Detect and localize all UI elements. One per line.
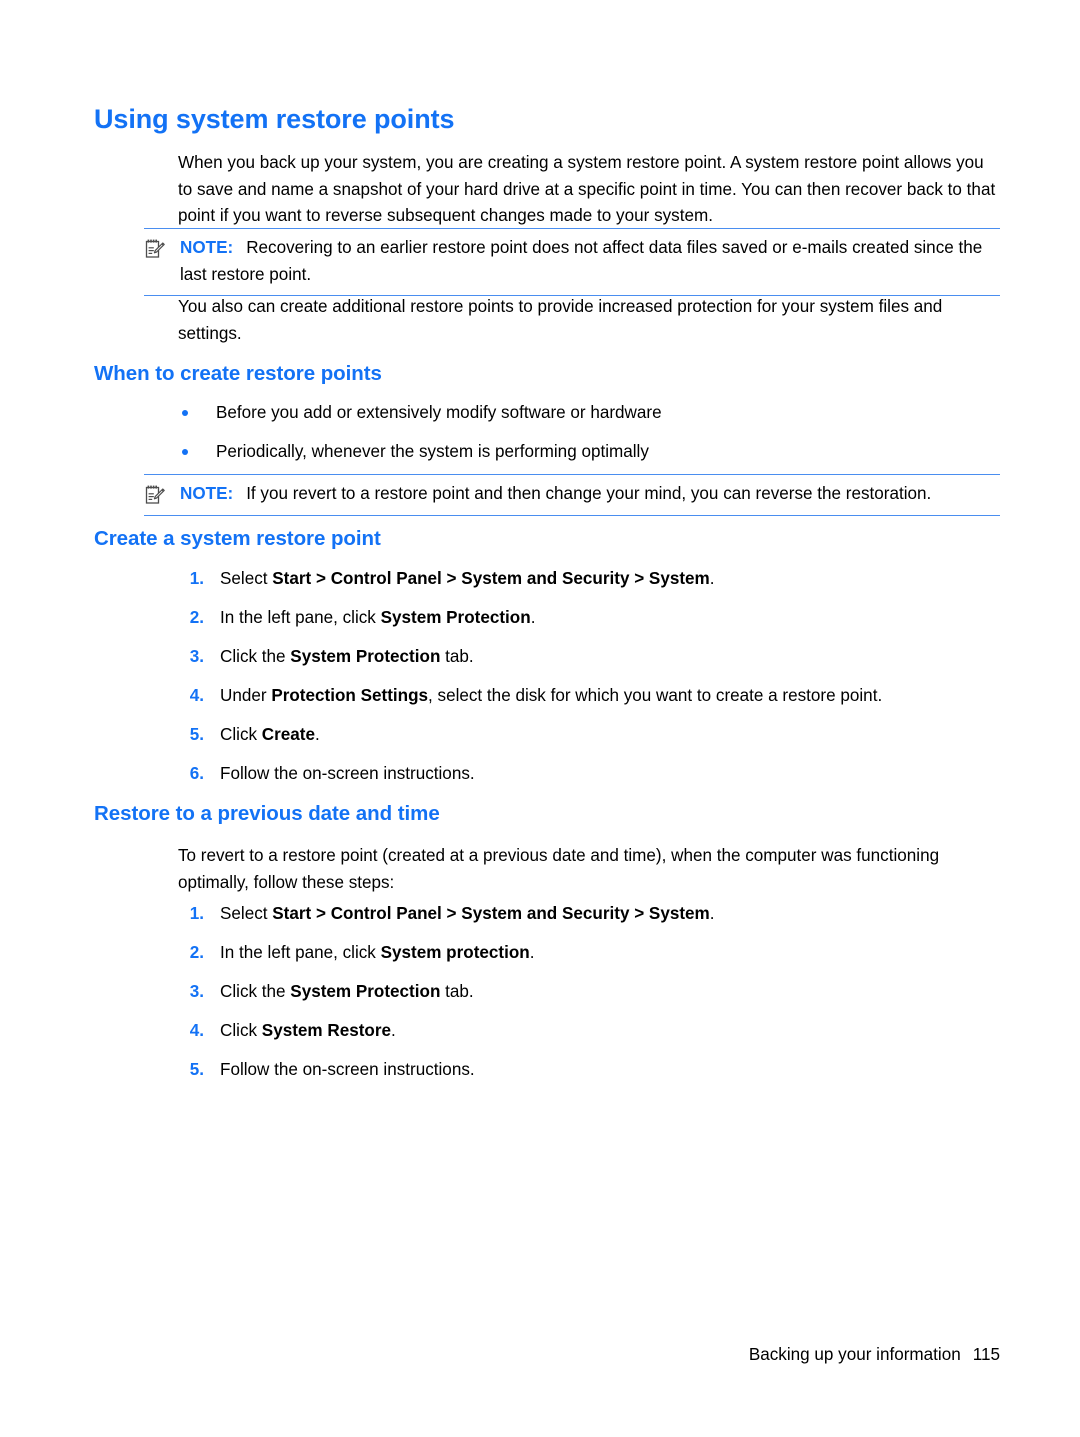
intro-paragraph: When you back up your system, you are cr… [178,153,996,226]
step-number: 6. [189,764,204,784]
step-text-pre: In the left pane, click [220,943,381,963]
list-item: 4. Click System Restore. [178,1018,1000,1045]
step-text-bold: System Protection [290,647,441,667]
list-item: 6. Follow the on-screen instructions. [178,761,1000,788]
step-text-post: . [529,943,535,963]
note-text: If you revert to a restore point and the… [246,484,932,503]
list-item: 4. Under Protection Settings, select the… [178,683,1000,710]
create-restore-point-step-list: 1. Select Start > Control Panel > System… [178,566,1000,801]
note-callout-1: NOTE: Recovering to an earlier restore po… [144,228,1000,297]
restore-intro-paragraph: To revert to a restore point (created at… [178,846,940,892]
list-item-label: Periodically, whenever the system is per… [216,441,649,461]
list-item: 5. Follow the on-screen instructions. [178,1057,1000,1084]
step-number: 1. [189,904,204,923]
step-number: 1. [189,569,204,588]
bullet-dot-icon [182,410,188,416]
step-text-pre: Click [220,725,262,745]
step-text-post: . [391,1021,396,1041]
page-footer: Backing up your information 115 [749,1345,1000,1365]
step-text-post: . [709,904,715,923]
list-item: 2. In the left pane, click System Protec… [178,605,1000,632]
step-text-pre: Follow the on-screen instructions. [220,1060,475,1080]
step-text-pre: Click [220,1021,262,1041]
step-text-post: . [315,725,320,745]
note-label: NOTE: [180,484,234,503]
document-page: Using system restore points When you bac… [0,0,1080,1437]
step-number: 5. [189,725,204,745]
list-item: 5. Click Create. [178,722,1000,749]
list-item-label: Before you add or extensively modify sof… [216,403,662,422]
step-text-pre: Click the [220,982,291,1002]
heading-create-a-system-restore-point: Create a system restore point [94,527,381,550]
step-text-post: . [709,569,715,588]
step-text-pre: In the left pane, click [220,608,381,628]
bullet-dot-icon [182,448,188,455]
step-text-bold: Create [261,725,316,745]
step-text-post: tab. [440,982,474,1002]
step-text-pre: Under [220,686,272,706]
step-text-bold: Protection Settings [271,686,429,706]
note-text: Recovering to an earlier restore point d… [180,238,983,284]
list-item: 3. Click the System Protection tab. [178,979,1000,1006]
step-text-pre: Select [220,569,273,588]
step-number: 4. [189,1021,204,1041]
heading-when-to-create-restore-points: When to create restore points [94,362,382,385]
step-text-pre: Select [220,904,273,923]
step-text-bold: System Protection [290,982,441,1002]
heading-restore-to-a-previous-date-and-time: Restore to a previous date and time [94,802,440,825]
when-to-create-bullet-list: Before you add or extensively modify sof… [178,400,1000,477]
step-text-post: . [530,608,536,628]
note-label: NOTE: [180,238,234,257]
note-callout-2: NOTE: If you revert to a restore point an… [144,474,1000,516]
list-item: 3. Click the System Protection tab. [178,644,1000,671]
footer-section-title: Backing up your information [748,1345,961,1364]
restore-previous-step-list: 1. Select Start > Control Panel > System… [178,901,1000,1096]
note-pad-pencil-icon [144,484,166,506]
second-paragraph: You also can create additional restore p… [178,297,943,343]
step-text-pre: Follow the on-screen instructions. [220,764,475,784]
step-text-bold: System Protection [380,608,531,628]
step-number: 2. [189,608,204,628]
list-item: 2. In the left pane, click System protec… [178,940,1000,967]
step-text-bold: Start > Control Panel > System and Secur… [272,569,710,588]
list-item: Periodically, whenever the system is per… [178,439,1000,466]
step-text-pre: Click the [220,647,291,667]
step-text-bold: System protection [380,943,530,963]
note-pad-pencil-icon [144,238,166,260]
step-number: 5. [189,1060,204,1080]
step-number: 2. [189,943,204,963]
list-item: 1. Select Start > Control Panel > System… [178,566,1000,593]
step-text-bold: Start > Control Panel > System and Secur… [272,904,710,923]
list-item: Before you add or extensively modify sof… [178,400,1000,427]
step-number: 3. [189,647,204,667]
list-item: 1. Select Start > Control Panel > System… [178,901,1000,928]
step-number: 4. [189,686,204,706]
footer-page-number: 115 [972,1345,1000,1364]
step-number: 3. [189,982,204,1002]
step-text-post: , select the disk for which you want to … [428,686,883,706]
step-text-bold: System Restore [261,1021,392,1041]
page-title: Using system restore points [94,104,455,134]
step-text-post: tab. [440,647,474,667]
